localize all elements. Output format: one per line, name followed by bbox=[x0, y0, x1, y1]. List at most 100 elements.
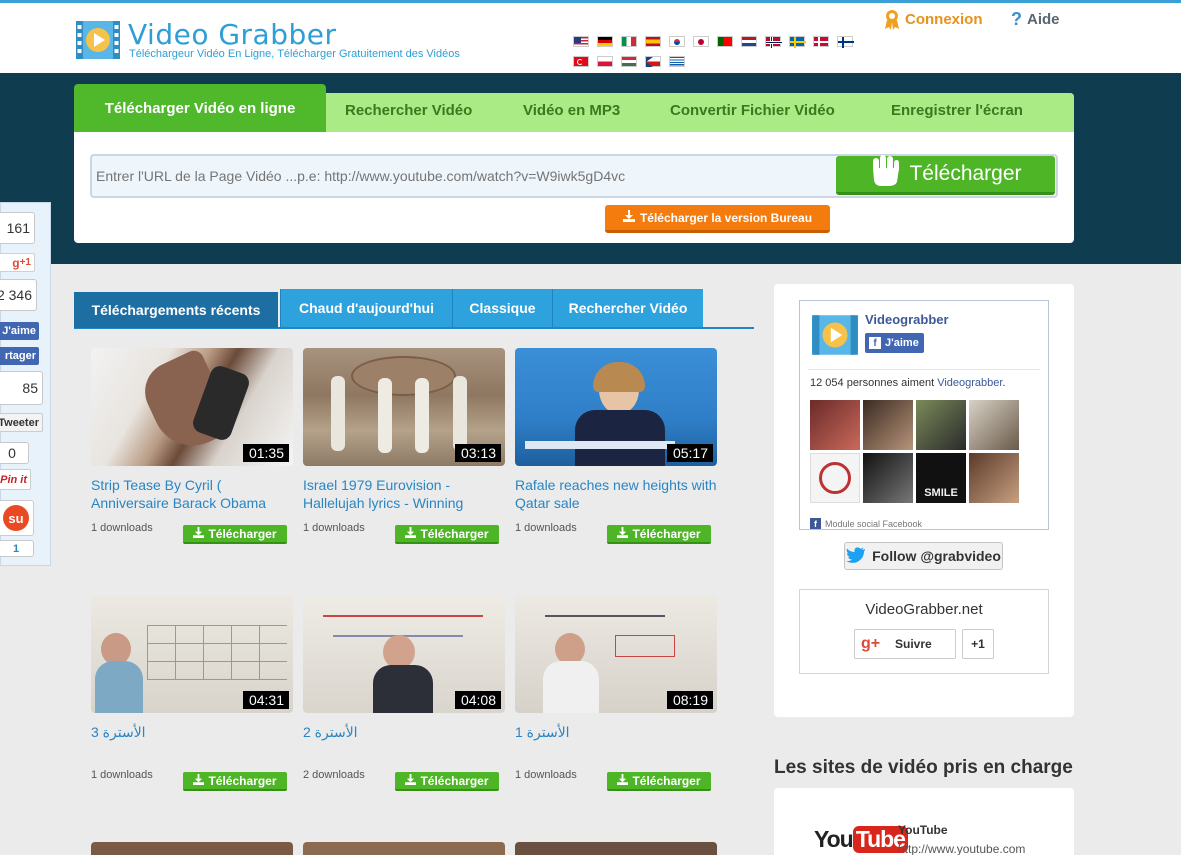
tab-download-online[interactable]: Télécharger Vidéo en ligne bbox=[74, 84, 326, 132]
video-title[interactable]: Rafale reaches new heights with Qatar sa… bbox=[515, 476, 717, 512]
social-share-bar: 161 g +1 2 346 J'aime rtager 85 Tweeter 0… bbox=[0, 202, 51, 566]
video-thumbnail[interactable]: 04:31 bbox=[91, 595, 293, 713]
download-icon bbox=[405, 526, 417, 541]
flag-pt-icon[interactable] bbox=[717, 36, 733, 47]
flag-es-icon[interactable] bbox=[645, 36, 661, 47]
pinterest-button[interactable]: Pin it bbox=[0, 469, 31, 490]
aide-link[interactable]: ? Aide bbox=[1011, 9, 1060, 30]
video-thumbnail[interactable] bbox=[303, 842, 505, 855]
video-thumbnail[interactable]: 03:13 bbox=[303, 348, 505, 466]
fb-page-name[interactable]: Videograbber bbox=[865, 312, 949, 327]
flag-no-icon[interactable] bbox=[765, 36, 782, 48]
tab-classic[interactable]: Classique bbox=[452, 289, 552, 327]
gplus-icon: g+ bbox=[861, 635, 881, 652]
gplus-site-name[interactable]: VideoGrabber.net bbox=[800, 601, 1048, 618]
stumbleupon-icon[interactable]: su bbox=[0, 500, 34, 536]
flag-jp-icon[interactable] bbox=[693, 36, 709, 47]
flag-kr-icon[interactable] bbox=[669, 36, 685, 47]
video-duration: 08:19 bbox=[666, 691, 713, 709]
tab-hot-today[interactable]: Chaud d'aujourd'hui bbox=[280, 289, 452, 327]
twitter-bird-icon bbox=[846, 546, 866, 566]
fb-fan-avatar[interactable] bbox=[916, 400, 966, 450]
fb-page-logo-icon[interactable] bbox=[810, 310, 860, 360]
award-icon bbox=[884, 9, 900, 30]
gplus-follow-label: Suivre bbox=[895, 637, 932, 651]
tab-search-video[interactable]: Rechercher Vidéo bbox=[345, 102, 472, 119]
fb-fan-avatar[interactable] bbox=[863, 453, 913, 503]
video-thumbnail[interactable] bbox=[91, 842, 293, 855]
fb-fans-link[interactable]: Videograbber bbox=[937, 377, 1002, 389]
facebook-icon: f bbox=[869, 337, 881, 349]
gplus-plusone-button[interactable]: +1 bbox=[962, 629, 994, 659]
flag-dk-icon[interactable] bbox=[813, 36, 830, 48]
video-title[interactable]: الأسترة 1 bbox=[515, 723, 717, 759]
video-duration: 01:35 bbox=[242, 444, 289, 462]
flag-fi-icon[interactable] bbox=[837, 36, 854, 48]
twitter-follow-button[interactable]: Follow @grabvideo bbox=[844, 542, 1003, 570]
video-title[interactable]: Strip Tease By Cyril ( Anniversaire Bara… bbox=[91, 476, 293, 512]
video-download-button[interactable]: Télécharger bbox=[607, 772, 711, 791]
header: Video Grabber Téléchargeur Vidéo En Lign… bbox=[0, 3, 1181, 73]
supported-sites-title: Les sites de vidéo pris en charge bbox=[774, 757, 1073, 778]
video-thumbnail[interactable]: 04:08 bbox=[303, 595, 505, 713]
flag-gr-icon[interactable] bbox=[669, 56, 685, 67]
flag-hu-icon[interactable] bbox=[621, 56, 637, 67]
tab-video-to-mp3[interactable]: Vidéo en MP3 bbox=[523, 102, 620, 119]
site-name[interactable]: YouTube bbox=[898, 823, 948, 837]
video-title[interactable]: Israel 1979 Eurovision - Hallelujah lyri… bbox=[303, 476, 505, 512]
video-thumbnail[interactable]: 08:19 bbox=[515, 595, 717, 713]
tab-convert-file[interactable]: Convertir Fichier Vidéo bbox=[670, 102, 835, 119]
fb-fans-text: 12 054 personnes aiment Videograbber. bbox=[810, 377, 1006, 389]
video-thumbnail[interactable]: 05:17 bbox=[515, 348, 717, 466]
fb-fan-avatar[interactable] bbox=[810, 453, 860, 503]
gplus-follow-button[interactable]: g+ Suivre bbox=[854, 629, 956, 659]
video-thumbnail[interactable] bbox=[515, 842, 717, 855]
gplus-button[interactable]: g +1 bbox=[0, 253, 35, 272]
flag-se-icon[interactable] bbox=[789, 36, 806, 48]
fb-fans-suffix: . bbox=[1002, 377, 1006, 389]
flag-it-icon[interactable] bbox=[621, 36, 637, 47]
fb-like-label: J'aime bbox=[885, 337, 919, 349]
video-title[interactable]: الأسترة 2 bbox=[303, 723, 505, 759]
tab-recent-downloads[interactable]: Téléchargements récents bbox=[74, 292, 278, 328]
download-icon bbox=[617, 526, 629, 541]
desktop-version-label: Télécharger la version Bureau bbox=[639, 210, 813, 225]
download-button[interactable]: Télécharger bbox=[836, 154, 1055, 195]
flag-cz-icon[interactable] bbox=[645, 56, 661, 67]
video-duration: 04:08 bbox=[454, 691, 501, 709]
video-title[interactable]: الأسترة 3 bbox=[91, 723, 293, 759]
fb-fan-avatar[interactable]: SMILE bbox=[916, 453, 966, 503]
fb-fan-avatar[interactable] bbox=[810, 400, 860, 450]
tab-search-videos[interactable]: Rechercher Vidéo bbox=[552, 289, 703, 327]
site-title[interactable]: Video Grabber bbox=[128, 18, 337, 51]
tweet-count: 85 bbox=[0, 371, 43, 405]
flag-tr-icon[interactable] bbox=[573, 56, 589, 67]
download-count: 2 downloads bbox=[303, 769, 365, 781]
video-download-button[interactable]: Télécharger bbox=[395, 525, 499, 544]
video-download-button[interactable]: Télécharger bbox=[183, 525, 287, 544]
flag-pl-icon[interactable] bbox=[597, 56, 613, 67]
connexion-link[interactable]: Connexion bbox=[884, 9, 983, 30]
fb-fan-avatar[interactable] bbox=[969, 453, 1019, 503]
facebook-like-button[interactable]: J'aime bbox=[0, 322, 39, 340]
fb-like-button[interactable]: f J'aime bbox=[865, 333, 924, 353]
tab-screen-record[interactable]: Enregistrer l'écran bbox=[891, 102, 1023, 119]
youtube-logo-icon[interactable]: You Tube bbox=[814, 826, 908, 853]
video-download-button[interactable]: Télécharger bbox=[395, 772, 499, 791]
facebook-share-button[interactable]: rtager bbox=[0, 347, 39, 365]
desktop-version-button[interactable]: Télécharger la version Bureau bbox=[605, 205, 830, 233]
video-thumbnail[interactable]: 01:35 bbox=[91, 348, 293, 466]
fb-fan-avatar[interactable] bbox=[863, 400, 913, 450]
flag-us-icon[interactable] bbox=[573, 36, 589, 47]
download-icon bbox=[617, 773, 629, 788]
video-download-button[interactable]: Télécharger bbox=[607, 525, 711, 544]
flag-nl-icon[interactable] bbox=[741, 36, 757, 47]
download-icon bbox=[193, 526, 205, 541]
hand-icon bbox=[869, 154, 903, 194]
fb-fan-avatar[interactable] bbox=[969, 400, 1019, 450]
url-input[interactable] bbox=[96, 158, 832, 194]
video-download-button[interactable]: Télécharger bbox=[183, 772, 287, 791]
logo-icon[interactable] bbox=[74, 17, 122, 63]
tweet-button[interactable]: Tweeter bbox=[0, 413, 43, 432]
flag-de-icon[interactable] bbox=[597, 36, 613, 47]
